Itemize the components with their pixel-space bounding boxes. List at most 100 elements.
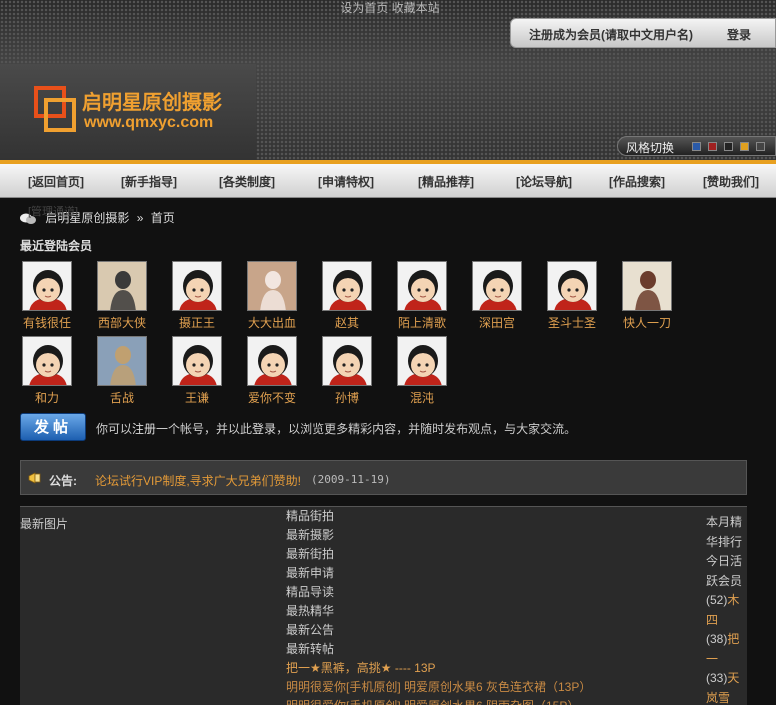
logo-title: 启明星原创摄影 (82, 92, 222, 114)
member-name[interactable]: 混沌 (387, 389, 457, 406)
announcement-bar: 公告: 论坛试行VIP制度,寻求广大兄弟们赞助! (2009-11-19) (20, 460, 747, 495)
nav-item-home[interactable]: [返回首页] (28, 173, 84, 190)
member-bar: 注册成为会员(请取中文用户名) 登录 (510, 18, 776, 48)
main-nav: [返回首页] [新手指导] [各类制度] [申请特权] [精品推荐] [论坛导航… (0, 164, 776, 198)
login-link[interactable]: 登录 (727, 26, 751, 43)
avatar[interactable] (22, 336, 72, 386)
avatar[interactable] (322, 336, 372, 386)
member-name[interactable]: 赵其 (312, 314, 382, 331)
style-swatch-red[interactable] (708, 142, 717, 151)
member-name[interactable]: 舌战 (87, 389, 157, 406)
list-item[interactable]: 把一★黑裤，高挑★ ---- 13P (286, 659, 696, 678)
new-post-button[interactable]: 发帖 (20, 413, 86, 441)
member-card[interactable]: 深田宫 (462, 261, 532, 331)
content-grid: 最新图片 精品街拍 最新摄影 最新街拍 最新申请 精品导读 最热精华 最新公告 … (20, 506, 747, 705)
announcement-link[interactable]: 论坛试行VIP制度,寻求广大兄弟们赞助! (95, 472, 301, 489)
register-tip-text: ，以浏览更多精彩内容，并随时发布观点，与大家交流。 (276, 422, 577, 436)
register-tip-text: 一个帐号，并以此 (156, 422, 253, 436)
avatar[interactable] (97, 261, 147, 311)
register-tip-register-link[interactable]: 注册 (132, 422, 156, 436)
member-card[interactable]: 孙博 (312, 336, 382, 406)
member-name[interactable]: 大大出血 (237, 314, 307, 331)
stats-count: (38) (706, 632, 728, 646)
megaphone-icon (28, 472, 41, 484)
member-name[interactable]: 陌上清歌 (387, 314, 457, 331)
tab-latest-apply[interactable]: 最新申请 (286, 564, 696, 583)
member-card[interactable]: 大大出血 (237, 261, 307, 331)
avatar[interactable] (247, 261, 297, 311)
register-tip-login-link[interactable]: 登录 (252, 422, 276, 436)
avatar[interactable] (472, 261, 522, 311)
member-card[interactable]: 舌战 (87, 336, 157, 406)
member-card[interactable]: 混沌 (387, 336, 457, 406)
tab-latest-notice[interactable]: 最新公告 (286, 621, 696, 640)
latest-tabs: 精品街拍 最新摄影 最新街拍 最新申请 精品导读 最热精华 最新公告 最新转帖 … (286, 507, 696, 705)
tab-latest-repost[interactable]: 最新转帖 (286, 640, 696, 659)
recent-members-title: 最近登陆会员 (20, 239, 93, 253)
nav-item-rules[interactable]: [各类制度] (219, 173, 275, 190)
breadcrumb-separator: » (136, 211, 144, 225)
avatar[interactable] (22, 261, 72, 311)
member-card[interactable]: 有钱很任 (12, 261, 82, 331)
admin-channel-link[interactable]: [管理通道] (28, 203, 78, 219)
avatar[interactable] (322, 261, 372, 311)
avatar[interactable] (172, 261, 222, 311)
avatar[interactable] (397, 336, 447, 386)
tab-featured-guide[interactable]: 精品导读 (286, 583, 696, 602)
member-name[interactable]: 孙博 (312, 389, 382, 406)
list-item[interactable]: 明明很爱你[手机原创] 明爱原创水果6 灰色连衣裙（13P） (286, 678, 696, 697)
site-header: 设为首页 收藏本站 注册成为会员(请取中文用户名) 登录 启明星原创摄影 www… (0, 0, 776, 160)
breadcrumb-current: 首页 (150, 211, 175, 225)
register-link[interactable]: 注册成为会员(请取中文用户名) (529, 26, 693, 43)
nav-item-search[interactable]: [作品搜索] (609, 173, 665, 190)
style-swatch-gray[interactable] (756, 142, 765, 151)
nav-item-forum-nav[interactable]: [论坛导航] (516, 173, 572, 190)
avatar[interactable] (247, 336, 297, 386)
member-name[interactable]: 快人一刀 (612, 314, 682, 331)
tab-featured-street[interactable]: 精品街拍 (286, 507, 696, 526)
member-name[interactable]: 深田宫 (462, 314, 532, 331)
stats-count: (52) (706, 593, 728, 607)
member-card[interactable]: 摄正王 (162, 261, 232, 331)
member-card[interactable]: 快人一刀 (612, 261, 682, 331)
logo-url: www.qmxyc.com (84, 114, 214, 131)
member-card[interactable]: 和力 (12, 336, 82, 406)
member-name[interactable]: 有钱很任 (12, 314, 82, 331)
top-links[interactable]: 设为首页 收藏本站 (300, 0, 480, 16)
member-name[interactable]: 王谦 (162, 389, 232, 406)
member-card[interactable]: 爱你不变 (237, 336, 307, 406)
nav-item-recommend[interactable]: [精品推荐] (418, 173, 474, 190)
tab-hot-featured[interactable]: 最热精华 (286, 602, 696, 621)
member-name[interactable]: 摄正王 (162, 314, 232, 331)
tab-latest-street[interactable]: 最新街拍 (286, 545, 696, 564)
nav-item-privilege[interactable]: [申请特权] (318, 173, 374, 190)
nav-item-guide[interactable]: [新手指导] (121, 173, 177, 190)
avatar[interactable] (97, 336, 147, 386)
avatar[interactable] (622, 261, 672, 311)
list-item[interactable]: 明明很爱你[手机原创] 明爱原创水果6 阴雨杂图（15P） (286, 697, 696, 705)
site-logo[interactable]: 启明星原创摄影 www.qmxyc.com (0, 64, 256, 160)
member-card[interactable]: 圣斗士圣 (537, 261, 607, 331)
member-card[interactable]: 陌上清歌 (387, 261, 457, 331)
avatar[interactable] (172, 336, 222, 386)
style-swatch-orange[interactable] (740, 142, 749, 151)
style-switcher: 风格切换 (617, 136, 776, 156)
stats-count: (33) (706, 671, 728, 685)
tab-latest-photo[interactable]: 最新摄影 (286, 526, 696, 545)
announcement-label: 公告: (49, 474, 77, 488)
breadcrumb: [管理通道] 启明星原创摄影 » 首页 (20, 206, 175, 227)
member-card[interactable]: 赵其 (312, 261, 382, 331)
member-name[interactable]: 圣斗士圣 (537, 314, 607, 331)
member-card[interactable]: 西部大侠 (87, 261, 157, 331)
member-name[interactable]: 西部大侠 (87, 314, 157, 331)
member-card[interactable]: 王谦 (162, 336, 232, 406)
avatar[interactable] (397, 261, 447, 311)
member-name[interactable]: 和力 (12, 389, 82, 406)
style-swatch-black[interactable] (724, 142, 733, 151)
nav-item-sponsor[interactable]: [赞助我们] (703, 173, 759, 190)
stats-column: 本月精华排行今日活跃会员(52)木四 (38)把一 (33)天岚雪 (706, 513, 747, 705)
register-tip: 你可以注册一个帐号，并以此登录，以浏览更多精彩内容，并随时发布观点，与大家交流。 (96, 420, 576, 437)
member-name[interactable]: 爱你不变 (237, 389, 307, 406)
avatar[interactable] (547, 261, 597, 311)
style-swatch-blue[interactable] (692, 142, 701, 151)
